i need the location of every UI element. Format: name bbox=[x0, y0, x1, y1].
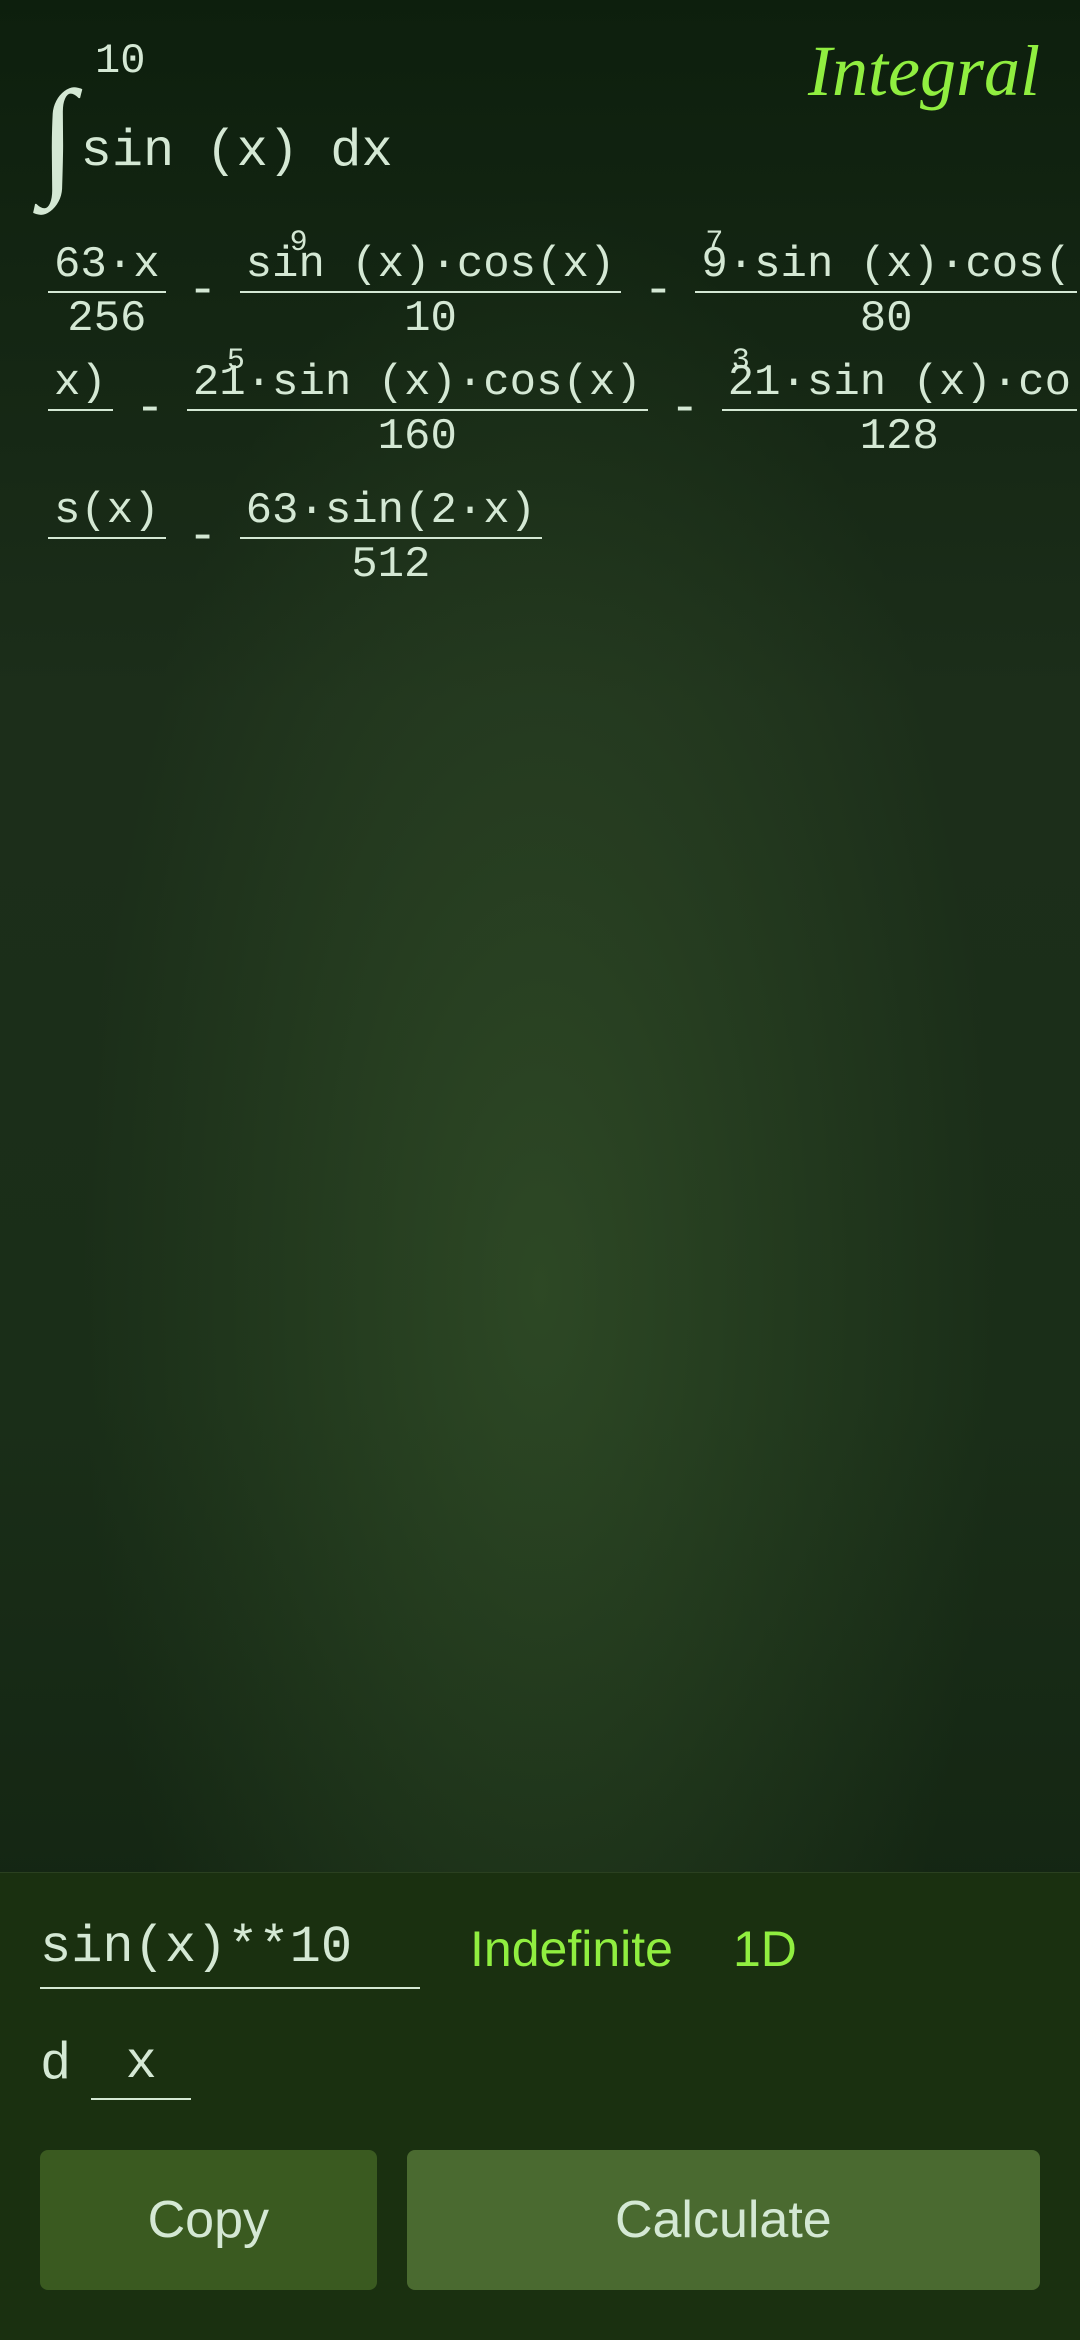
frac-sx-blank: s(x) bbox=[48, 489, 166, 587]
mode-button[interactable]: Indefinite bbox=[450, 1920, 693, 1978]
integral-upper-limit: 10 bbox=[95, 40, 145, 82]
result-area: 63·x 256 - 9 sin (x)·cos(x) 10 - 7 9·sin… bbox=[40, 243, 1040, 587]
bottom-panel: Indefinite 1D d Copy Calculate bbox=[0, 1872, 1080, 2340]
frac-x-blank: x) bbox=[48, 361, 113, 459]
app-title: Integral bbox=[808, 30, 1040, 113]
calculate-button[interactable]: Calculate bbox=[407, 2150, 1040, 2290]
frac-63sin2x-512: 63·sin(2·x) 512 bbox=[240, 489, 542, 587]
expression-input[interactable] bbox=[40, 1908, 420, 1989]
variable-input[interactable] bbox=[91, 2029, 191, 2100]
result-line-1: 63·x 256 - 9 sin (x)·cos(x) 10 - 7 9·sin… bbox=[40, 243, 1040, 341]
copy-button[interactable]: Copy bbox=[40, 2150, 377, 2290]
dimension-button[interactable]: 1D bbox=[723, 1920, 807, 1978]
result-line-3: s(x) - 63·sin(2·x) 512 bbox=[40, 489, 1040, 587]
op4: - bbox=[670, 385, 700, 435]
op2: - bbox=[643, 267, 673, 317]
op1: - bbox=[188, 267, 218, 317]
d-label: d bbox=[40, 2035, 71, 2094]
action-buttons: Copy Calculate bbox=[40, 2150, 1040, 2290]
op5: - bbox=[188, 513, 218, 563]
variable-row: d bbox=[40, 2029, 1040, 2100]
frac-63x-256: 63·x 256 bbox=[48, 243, 166, 341]
result-display: Integral 10 ∫ sin (x) dx 63·x 256 - 9 bbox=[0, 0, 1080, 1872]
result-line-2: x) - 5 21·sin (x)·cos(x) 160 - 3 21·sin … bbox=[40, 361, 1040, 459]
integral-symbol: ∫ bbox=[40, 82, 76, 193]
expression-row: Indefinite 1D bbox=[40, 1908, 1040, 1989]
op3: - bbox=[135, 385, 165, 435]
integral-expr: sin (x) dx bbox=[81, 116, 393, 189]
